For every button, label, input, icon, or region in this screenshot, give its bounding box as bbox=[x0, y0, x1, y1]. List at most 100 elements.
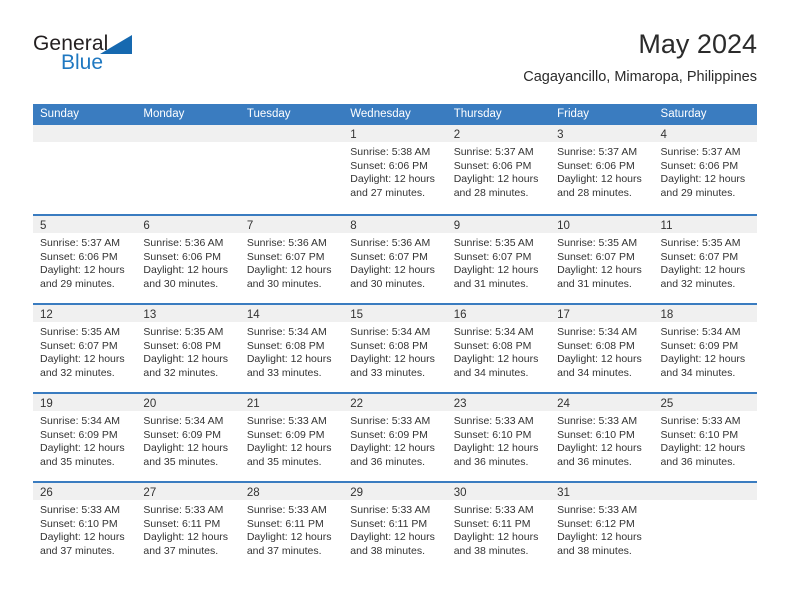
day-number: 24 bbox=[557, 398, 570, 410]
weekday-friday: Friday bbox=[557, 108, 590, 120]
sunrise-text: Sunrise: 5:35 AM bbox=[660, 237, 741, 249]
daylight-text-line1: Daylight: 12 hours bbox=[660, 442, 746, 455]
day-number: 7 bbox=[246, 220, 254, 232]
day-cell[interactable]: 27 Sunrise: 5:33 AM Sunset: 6:11 PM Dayl… bbox=[136, 483, 240, 570]
day-cell[interactable]: 30 Sunrise: 5:33 AM Sunset: 6:11 PM Dayl… bbox=[446, 483, 551, 570]
day-number: 23 bbox=[453, 398, 467, 410]
day-cell[interactable]: 25 Sunrise: 5:33 AM Sunset: 6:10 PM Dayl… bbox=[653, 394, 757, 481]
sunset-text: Sunset: 6:10 PM bbox=[557, 428, 635, 441]
daylight-text-line2: and 32 minutes. bbox=[660, 277, 736, 290]
day-details: Sunrise: 5:35 AM Sunset: 6:07 PM Dayligh… bbox=[550, 234, 653, 291]
day-cell[interactable]: 1 Sunrise: 5:38 AM Sunset: 6:06 PM Dayli… bbox=[343, 125, 447, 214]
sunset-text: Sunset: 6:07 PM bbox=[557, 250, 635, 263]
day-cell[interactable]: 26 Sunrise: 5:33 AM Sunset: 6:10 PM Dayl… bbox=[33, 483, 137, 570]
day-cell[interactable]: 29 Sunrise: 5:33 AM Sunset: 6:11 PM Dayl… bbox=[343, 483, 447, 570]
sunrise-text: Sunrise: 5:34 AM bbox=[143, 415, 224, 427]
sunrise-text: Sunrise: 5:37 AM bbox=[40, 237, 120, 249]
day-cell[interactable]: 16 Sunrise: 5:34 AM Sunset: 6:08 PM Dayl… bbox=[446, 305, 551, 392]
day-cell[interactable]: 22 Sunrise: 5:33 AM Sunset: 6:09 PM Dayl… bbox=[343, 394, 447, 481]
day-number-strip: 11 bbox=[653, 216, 757, 234]
daylight-text-line2: and 37 minutes. bbox=[143, 544, 219, 557]
day-number-strip: 1 bbox=[343, 125, 447, 143]
sunrise-text: Sunrise: 5:34 AM bbox=[40, 415, 120, 427]
sunset-text: Sunset: 6:08 PM bbox=[453, 339, 532, 352]
day-cell[interactable]: 31 Sunrise: 5:33 AM Sunset: 6:12 PM Dayl… bbox=[550, 483, 654, 570]
day-cell[interactable]: 6 Sunrise: 5:36 AM Sunset: 6:06 PM Dayli… bbox=[136, 216, 240, 303]
daylight-text-line1: Daylight: 12 hours bbox=[453, 442, 539, 455]
day-cell[interactable]: 4 Sunrise: 5:37 AM Sunset: 6:06 PM Dayli… bbox=[653, 125, 757, 214]
day-details: Sunrise: 5:36 AM Sunset: 6:07 PM Dayligh… bbox=[343, 234, 446, 291]
sunrise-text: Sunrise: 5:34 AM bbox=[557, 326, 638, 338]
day-cell[interactable]: 20 Sunrise: 5:34 AM Sunset: 6:09 PM Dayl… bbox=[136, 394, 240, 481]
day-cell[interactable]: 8 Sunrise: 5:36 AM Sunset: 6:07 PM Dayli… bbox=[343, 216, 447, 303]
day-cell[interactable]: 7 Sunrise: 5:36 AM Sunset: 6:07 PM Dayli… bbox=[239, 216, 344, 303]
day-cell[interactable]: 15 Sunrise: 5:34 AM Sunset: 6:08 PM Dayl… bbox=[343, 305, 447, 392]
day-number bbox=[136, 129, 143, 141]
day-cell[interactable]: 18 Sunrise: 5:34 AM Sunset: 6:09 PM Dayl… bbox=[653, 305, 757, 392]
day-cell[interactable]: 17 Sunrise: 5:34 AM Sunset: 6:08 PM Dayl… bbox=[550, 305, 654, 392]
day-number: 9 bbox=[453, 220, 461, 232]
daylight-text-line2: and 32 minutes. bbox=[40, 366, 115, 379]
weekday-saturday: Saturday bbox=[660, 108, 707, 120]
general-blue-logo[interactable]: General Blue bbox=[33, 32, 173, 88]
sunset-text: Sunset: 6:07 PM bbox=[453, 250, 532, 263]
day-number-strip: 20 bbox=[136, 394, 240, 412]
sunset-text: Sunset: 6:09 PM bbox=[246, 428, 325, 441]
day-details: Sunrise: 5:37 AM Sunset: 6:06 PM Dayligh… bbox=[654, 143, 757, 200]
daylight-text-line2: and 38 minutes. bbox=[557, 544, 632, 557]
day-cell[interactable]: 2 Sunrise: 5:37 AM Sunset: 6:06 PM Dayli… bbox=[446, 125, 551, 214]
sunset-text: Sunset: 6:09 PM bbox=[350, 428, 428, 441]
day-cell[interactable]: 23 Sunrise: 5:33 AM Sunset: 6:10 PM Dayl… bbox=[446, 394, 551, 481]
daylight-text-line2: and 29 minutes. bbox=[40, 277, 115, 290]
day-cell[interactable]: 3 Sunrise: 5:37 AM Sunset: 6:06 PM Dayli… bbox=[550, 125, 654, 214]
sunrise-text: Sunrise: 5:35 AM bbox=[40, 326, 120, 338]
sunrise-text: Sunrise: 5:35 AM bbox=[557, 237, 638, 249]
day-number-strip: 7 bbox=[239, 216, 344, 234]
day-number-strip: 21 bbox=[239, 394, 344, 412]
day-number: 18 bbox=[660, 309, 674, 321]
day-number: 31 bbox=[557, 487, 570, 499]
day-number-strip: 28 bbox=[239, 483, 344, 501]
daylight-text-line2: and 36 minutes. bbox=[660, 455, 736, 468]
sunset-text: Sunset: 6:11 PM bbox=[350, 517, 428, 530]
day-number-strip: 22 bbox=[343, 394, 447, 412]
daylight-text-line2: and 27 minutes. bbox=[350, 186, 425, 199]
day-cell[interactable]: 5 Sunrise: 5:37 AM Sunset: 6:06 PM Dayli… bbox=[33, 216, 137, 303]
sunset-text: Sunset: 6:09 PM bbox=[660, 339, 739, 352]
day-details: Sunrise: 5:36 AM Sunset: 6:06 PM Dayligh… bbox=[136, 234, 239, 291]
sunrise-text: Sunrise: 5:37 AM bbox=[660, 146, 741, 158]
daylight-text-line2: and 34 minutes. bbox=[557, 366, 632, 379]
day-cell[interactable]: 28 Sunrise: 5:33 AM Sunset: 6:11 PM Dayl… bbox=[239, 483, 344, 570]
sunset-text: Sunset: 6:08 PM bbox=[557, 339, 635, 352]
day-number-strip: 29 bbox=[343, 483, 447, 501]
day-cell[interactable]: 19 Sunrise: 5:34 AM Sunset: 6:09 PM Dayl… bbox=[33, 394, 137, 481]
calendar-grid: Sunday Monday Tuesday Wednesday Thursday… bbox=[33, 104, 757, 570]
daylight-text-line1: Daylight: 12 hours bbox=[453, 353, 539, 366]
day-details: Sunrise: 5:38 AM Sunset: 6:06 PM Dayligh… bbox=[343, 143, 446, 200]
daylight-text-line2: and 30 minutes. bbox=[246, 277, 322, 290]
day-cell[interactable]: 10 Sunrise: 5:35 AM Sunset: 6:07 PM Dayl… bbox=[550, 216, 654, 303]
week-row: 12 Sunrise: 5:35 AM Sunset: 6:07 PM Dayl… bbox=[33, 303, 757, 392]
day-cell[interactable]: 9 Sunrise: 5:35 AM Sunset: 6:07 PM Dayli… bbox=[446, 216, 551, 303]
sunrise-text: Sunrise: 5:37 AM bbox=[453, 146, 534, 158]
daylight-text-line2: and 30 minutes. bbox=[143, 277, 219, 290]
day-details: Sunrise: 5:33 AM Sunset: 6:10 PM Dayligh… bbox=[550, 412, 653, 469]
weekday-tuesday: Tuesday bbox=[246, 108, 291, 120]
daylight-text-line2: and 35 minutes. bbox=[40, 455, 115, 468]
daylight-text-line1: Daylight: 12 hours bbox=[143, 264, 229, 277]
daylight-text-line1: Daylight: 12 hours bbox=[350, 264, 435, 277]
sunset-text: Sunset: 6:06 PM bbox=[557, 159, 635, 172]
day-number: 28 bbox=[246, 487, 260, 499]
page-title: May 2024 bbox=[638, 29, 757, 59]
day-cell[interactable]: 24 Sunrise: 5:33 AM Sunset: 6:10 PM Dayl… bbox=[550, 394, 654, 481]
day-number: 12 bbox=[40, 309, 53, 321]
day-cell[interactable]: 13 Sunrise: 5:35 AM Sunset: 6:08 PM Dayl… bbox=[136, 305, 240, 392]
day-cell[interactable]: 14 Sunrise: 5:34 AM Sunset: 6:08 PM Dayl… bbox=[239, 305, 344, 392]
sunrise-text: Sunrise: 5:33 AM bbox=[143, 504, 224, 516]
day-cell[interactable]: 21 Sunrise: 5:33 AM Sunset: 6:09 PM Dayl… bbox=[239, 394, 344, 481]
day-number-strip: 31 bbox=[550, 483, 654, 501]
day-cell[interactable]: 12 Sunrise: 5:35 AM Sunset: 6:07 PM Dayl… bbox=[33, 305, 137, 392]
day-number-strip bbox=[653, 483, 757, 501]
daylight-text-line2: and 29 minutes. bbox=[660, 186, 736, 199]
day-cell[interactable]: 11 Sunrise: 5:35 AM Sunset: 6:07 PM Dayl… bbox=[653, 216, 757, 303]
